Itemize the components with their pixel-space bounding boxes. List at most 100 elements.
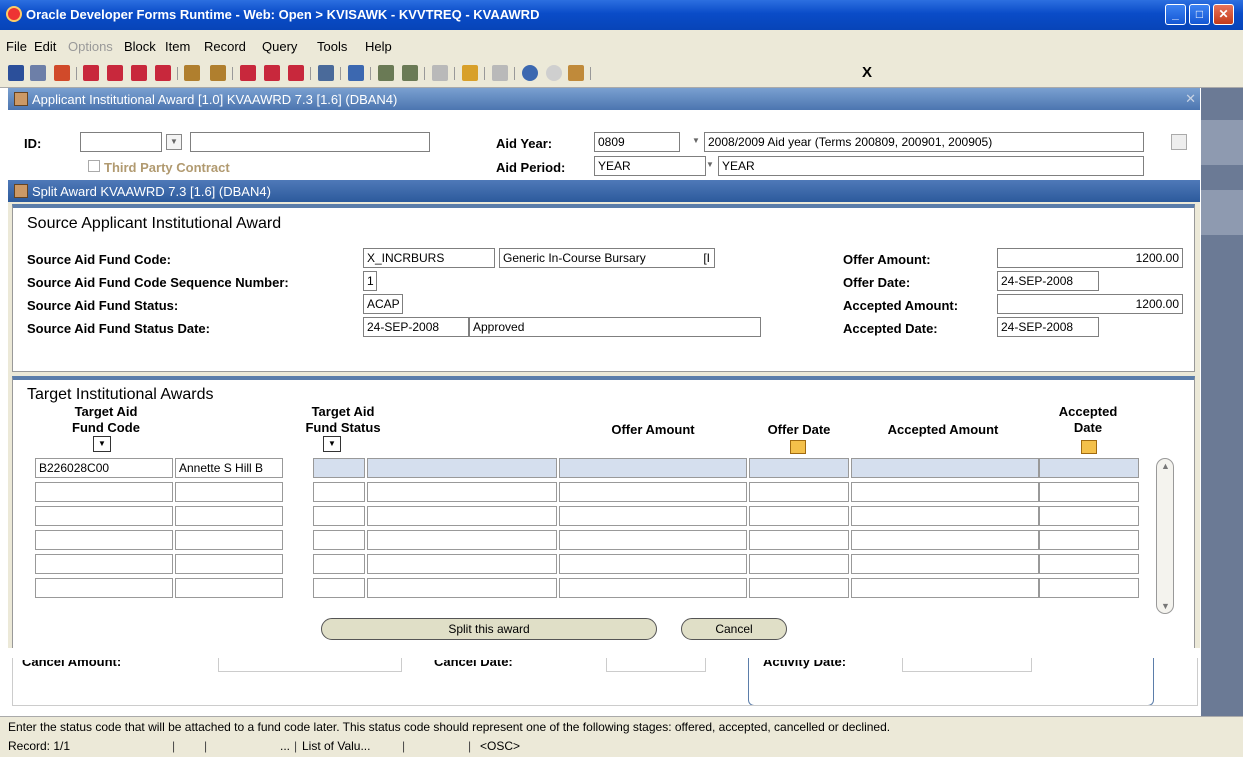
target-status-cell[interactable]: [313, 554, 365, 574]
source-fund-code-field[interactable]: X_INCRBURS: [363, 248, 495, 268]
target-status-cell[interactable]: [313, 506, 365, 526]
cancel-query-icon[interactable]: [288, 65, 304, 81]
target-offer-amount-cell[interactable]: [559, 458, 747, 478]
print-icon[interactable]: [54, 65, 70, 81]
target-accepted-date-cell[interactable]: [1039, 578, 1139, 598]
insert-record-icon[interactable]: [184, 65, 200, 81]
menu-query[interactable]: Query: [262, 39, 297, 54]
aid-period-field[interactable]: YEAR: [594, 156, 706, 176]
target-accepted-amount-cell[interactable]: [851, 458, 1039, 478]
menu-record[interactable]: Record: [204, 39, 246, 54]
aid-year-field[interactable]: 0809: [594, 132, 680, 152]
target-fund-code-cell[interactable]: [35, 554, 173, 574]
target-status-desc-cell[interactable]: [367, 458, 557, 478]
target-fund-name-cell[interactable]: [175, 506, 283, 526]
fund-code-sort-button[interactable]: ▼: [93, 436, 111, 452]
target-offer-date-cell[interactable]: [749, 530, 849, 550]
target-fund-name-cell[interactable]: [175, 554, 283, 574]
minimize-button[interactable]: _: [1165, 4, 1186, 25]
grid-scrollbar[interactable]: ▲ ▼: [1156, 458, 1174, 614]
target-offer-amount-cell[interactable]: [559, 482, 747, 502]
remove-record-icon[interactable]: [210, 65, 226, 81]
id-name-field[interactable]: [190, 132, 430, 152]
save-icon[interactable]: [8, 65, 24, 81]
aid-period-lov-button[interactable]: ▼: [702, 158, 718, 174]
target-offer-amount-cell[interactable]: [559, 578, 747, 598]
accepted-date-calendar-icon[interactable]: [1081, 440, 1097, 454]
target-fund-code-cell[interactable]: [35, 482, 173, 502]
clear-block-icon[interactable]: [402, 65, 418, 81]
menu-edit[interactable]: Edit: [34, 39, 56, 54]
cancel-button[interactable]: Cancel: [681, 618, 787, 640]
aid-year-lov-button[interactable]: ▼: [688, 134, 704, 150]
target-fund-name-cell[interactable]: [175, 578, 283, 598]
target-fund-code-cell[interactable]: [35, 506, 173, 526]
count-query-icon[interactable]: [348, 65, 364, 81]
target-offer-date-cell[interactable]: [749, 554, 849, 574]
clear-record-icon[interactable]: [378, 65, 394, 81]
exit-icon[interactable]: X: [862, 64, 872, 81]
window-close-icon[interactable]: ✕: [1185, 91, 1196, 107]
target-fund-code-cell[interactable]: [35, 530, 173, 550]
id-lov-button[interactable]: ▼: [166, 134, 182, 150]
accepted-amount-field[interactable]: 1200.00: [997, 294, 1183, 314]
help-icon[interactable]: [522, 65, 538, 81]
target-accepted-date-cell[interactable]: [1039, 554, 1139, 574]
menu-block[interactable]: Block: [124, 39, 156, 54]
target-accepted-date-cell[interactable]: [1039, 482, 1139, 502]
search-icon[interactable]: [462, 65, 478, 81]
target-offer-amount-cell[interactable]: [559, 530, 747, 550]
third-party-checkbox[interactable]: [88, 160, 100, 172]
calendar-icon[interactable]: [1171, 134, 1187, 150]
target-fund-name-cell[interactable]: [175, 530, 283, 550]
target-status-desc-cell[interactable]: [367, 578, 557, 598]
target-offer-amount-cell[interactable]: [559, 506, 747, 526]
execute-query-icon[interactable]: [264, 65, 280, 81]
target-fund-code-cell[interactable]: B226028C00: [35, 458, 173, 478]
target-offer-date-cell[interactable]: [749, 458, 849, 478]
target-status-cell[interactable]: [313, 530, 365, 550]
menu-file[interactable]: File: [6, 39, 27, 54]
source-status-date-field[interactable]: 24-SEP-2008: [363, 317, 469, 337]
menu-options[interactable]: Options: [68, 39, 113, 54]
next-record-icon[interactable]: [155, 65, 171, 81]
target-accepted-date-cell[interactable]: [1039, 530, 1139, 550]
target-status-cell[interactable]: [313, 458, 365, 478]
target-offer-date-cell[interactable]: [749, 482, 849, 502]
target-fund-name-cell[interactable]: Annette S Hill B: [175, 458, 283, 478]
target-accepted-amount-cell[interactable]: [851, 554, 1039, 574]
menu-item[interactable]: Item: [165, 39, 190, 54]
offer-amount-field[interactable]: 1200.00: [997, 248, 1183, 268]
previous-record-icon[interactable]: [131, 65, 147, 81]
target-status-desc-cell[interactable]: [367, 530, 557, 550]
offer-date-field[interactable]: 24-SEP-2008: [997, 271, 1099, 291]
target-status-desc-cell[interactable]: [367, 506, 557, 526]
scroll-down-icon[interactable]: ▼: [1161, 601, 1170, 611]
target-fund-code-cell[interactable]: [35, 578, 173, 598]
target-offer-amount-cell[interactable]: [559, 554, 747, 574]
menu-help[interactable]: Help: [365, 39, 392, 54]
rollback-icon[interactable]: [30, 65, 46, 81]
target-fund-name-cell[interactable]: [175, 482, 283, 502]
fund-status-sort-button[interactable]: ▼: [323, 436, 341, 452]
target-accepted-amount-cell[interactable]: [851, 506, 1039, 526]
target-offer-date-cell[interactable]: [749, 578, 849, 598]
duplicate-record-icon[interactable]: [318, 65, 334, 81]
target-accepted-date-cell[interactable]: [1039, 506, 1139, 526]
options-icon[interactable]: [492, 65, 508, 81]
source-seq-field[interactable]: 1: [363, 271, 377, 291]
offer-date-calendar-icon[interactable]: [790, 440, 806, 454]
next-block-icon[interactable]: [107, 65, 123, 81]
previous-block-icon[interactable]: [83, 65, 99, 81]
target-offer-date-cell[interactable]: [749, 506, 849, 526]
source-fund-desc-field[interactable]: Generic In-Course Bursary [I: [499, 248, 715, 268]
target-status-desc-cell[interactable]: [367, 554, 557, 574]
split-award-button[interactable]: Split this award: [321, 618, 657, 640]
target-status-desc-cell[interactable]: [367, 482, 557, 502]
target-status-cell[interactable]: [313, 482, 365, 502]
target-status-cell[interactable]: [313, 578, 365, 598]
accepted-date-field[interactable]: 24-SEP-2008: [997, 317, 1099, 337]
target-accepted-amount-cell[interactable]: [851, 578, 1039, 598]
menu-tools[interactable]: Tools: [317, 39, 347, 54]
book-icon[interactable]: [568, 65, 584, 81]
